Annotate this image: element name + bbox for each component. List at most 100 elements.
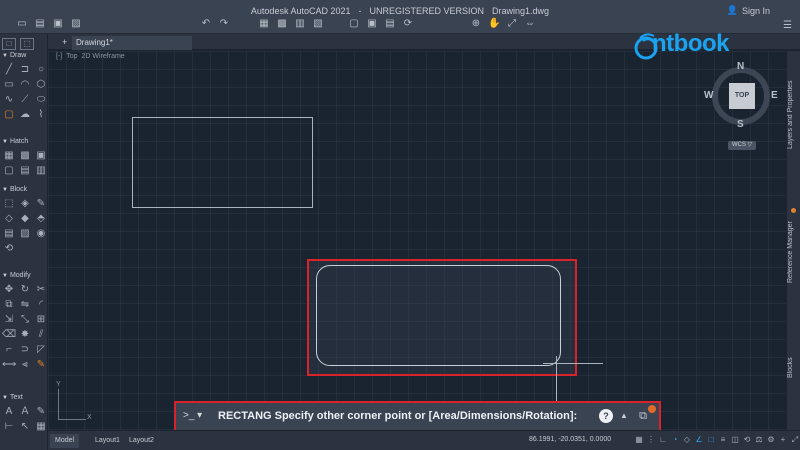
snap-toggle-icon[interactable]: ⋮ [646, 435, 656, 445]
panel-head-text[interactable]: ▼ Text [2, 394, 23, 401]
revcloud-icon[interactable]: ☁ [18, 109, 32, 121]
table-icon[interactable]: ▦ [34, 421, 48, 433]
attribute-icon[interactable]: ◇ [2, 213, 16, 225]
edit-block-icon[interactable]: ✎ [34, 198, 48, 210]
chamfer-icon[interactable]: ◸ [34, 344, 48, 356]
polygon-icon[interactable]: ⬡ [34, 79, 48, 91]
zoom-icon[interactable]: ▢ [348, 18, 360, 30]
help-icon[interactable]: ? [599, 409, 613, 423]
arc-icon[interactable]: ◠ [18, 79, 32, 91]
view-label[interactable]: Top [66, 53, 77, 60]
viewport-controls[interactable]: [-] Top 2D Wireframe [56, 53, 129, 60]
trim-icon[interactable]: ✂ [34, 284, 48, 296]
break-icon[interactable]: ⌐ [2, 344, 16, 356]
ellipse-icon[interactable]: ⬭ [34, 94, 48, 106]
viewcube-west[interactable]: W [704, 90, 713, 101]
rectang-active-icon[interactable]: ▢ [2, 109, 16, 121]
plus-icon[interactable]: + [778, 435, 788, 445]
polar-toggle-icon[interactable]: ◔ [670, 435, 680, 445]
transparency-icon[interactable]: ◫ [730, 435, 740, 445]
create-block-icon[interactable]: ◈ [18, 198, 32, 210]
isodraft-icon[interactable]: ◇ [682, 435, 692, 445]
lineweight-icon[interactable]: ≡ [718, 435, 728, 445]
pan-icon[interactable]: ✋ [488, 18, 500, 30]
scale-icon[interactable]: ⤡ [18, 314, 32, 326]
window-icon[interactable]: ▣ [366, 18, 378, 30]
panel-head-modify[interactable]: ▼ Modify [2, 272, 31, 279]
menu-icon[interactable]: ☰ [783, 20, 792, 31]
gradient-icon[interactable]: ▩ [18, 150, 32, 162]
save-icon[interactable]: ▣ [52, 18, 64, 30]
command-prompt-menu[interactable]: >_ ▾ [183, 410, 202, 421]
define-attributes-icon[interactable]: ▧ [18, 228, 32, 240]
array-icon[interactable]: ⊞ [34, 314, 48, 326]
object-snap-tracking-icon[interactable]: ∠ [694, 435, 704, 445]
workspace-gear-icon[interactable]: ⚙ [766, 435, 776, 445]
tab-drawing1[interactable]: Drawing1* [72, 36, 192, 50]
block-editor-icon[interactable]: ◆ [18, 213, 32, 225]
regen-icon[interactable]: ⟳ [402, 18, 414, 30]
redo-icon[interactable]: ↷ [218, 18, 230, 30]
blocks-palette-tab[interactable]: Blocks [787, 353, 800, 383]
image-icon[interactable]: ▥ [34, 165, 48, 177]
move-icon[interactable]: ✥ [2, 284, 16, 296]
leader-icon[interactable]: ↖ [18, 421, 32, 433]
region-icon[interactable]: ▢ [2, 165, 16, 177]
edit-polyline-icon[interactable]: ✎ [34, 359, 48, 371]
selection-cycling-icon[interactable]: ⟲ [742, 435, 752, 445]
batch-plot-icon[interactable]: ▩ [276, 18, 288, 30]
layers-palette-tab[interactable]: Layers and Properties [787, 67, 800, 162]
ortho-toggle-icon[interactable]: ∟ [658, 435, 668, 445]
drawing-canvas[interactable]: [-] Top 2D Wireframe Y X TOP N S W E WCS ▽ [48, 51, 786, 430]
rotate-icon[interactable]: ↻ [18, 284, 32, 296]
rectangle-sharp[interactable] [132, 117, 313, 208]
explode-icon[interactable]: ✸ [18, 329, 32, 341]
tab-layout1[interactable]: Layout1 [90, 434, 125, 448]
block-palette-icon[interactable]: ◉ [34, 228, 48, 240]
clean-screen-icon[interactable]: ⤢ [790, 435, 800, 445]
viewcube-top-face[interactable]: TOP [729, 83, 755, 109]
rectangle-filleted[interactable] [316, 265, 561, 366]
wipeout-icon[interactable]: ▤ [18, 165, 32, 177]
app-menu-icon[interactable]: ▭ [16, 18, 28, 30]
spline-icon[interactable]: ∿ [2, 94, 16, 106]
publish-icon[interactable]: ▧ [312, 18, 324, 30]
tab-model[interactable]: Model [50, 434, 80, 448]
stretch-icon[interactable]: ⇲ [2, 314, 16, 326]
lengthen-icon[interactable]: ⟷ [2, 359, 16, 371]
plot-icon[interactable]: ▦ [258, 18, 270, 30]
panel-head-block[interactable]: ▼ Block [2, 186, 27, 193]
open-icon[interactable]: ▤ [34, 18, 46, 30]
join-icon[interactable]: ⊃ [18, 344, 32, 356]
annotation-scale-icon[interactable]: ⚖ [754, 435, 764, 445]
line-icon[interactable]: ╱ [2, 64, 16, 76]
visual-style-label[interactable]: 2D Wireframe [82, 53, 125, 60]
chevron-up-icon[interactable]: ▲ [620, 411, 628, 420]
write-block-icon[interactable]: ⬘ [34, 213, 48, 225]
viewport-toggle[interactable]: [-] [56, 53, 62, 60]
object-snap-icon[interactable]: □ [706, 435, 716, 445]
orbit-icon[interactable]: ⊕ [470, 18, 482, 30]
construction-line-icon[interactable]: ⟋ [18, 94, 32, 106]
offset-icon[interactable]: ⫽ [34, 329, 48, 341]
preview-icon[interactable]: ▥ [294, 18, 306, 30]
command-text[interactable]: RECTANG Specify other corner point or [A… [218, 410, 577, 422]
helix-icon[interactable]: ⌇ [34, 109, 48, 121]
text-style-icon[interactable]: Ａ [18, 406, 32, 418]
sign-in-area[interactable]: 👤 Sign In [727, 5, 770, 16]
palette-mode-2d-icon[interactable]: □ [2, 38, 16, 50]
copy-icon[interactable]: ⧉ [2, 299, 16, 311]
undo-icon[interactable]: ↶ [200, 18, 212, 30]
mirror-icon[interactable]: ⇋ [18, 299, 32, 311]
reference-manager-tab[interactable]: Reference Manager [787, 211, 800, 293]
manage-attributes-icon[interactable]: ▤ [2, 228, 16, 240]
panel-head-hatch[interactable]: ▼ Hatch [2, 138, 28, 145]
polyline-icon[interactable]: ⊐ [18, 64, 32, 76]
dimension-icon[interactable]: ⊢ [2, 421, 16, 433]
insert-block-icon[interactable]: ⬚ [2, 198, 16, 210]
grid-toggle-icon[interactable]: ▦ [634, 435, 644, 445]
viewcube-east[interactable]: E [771, 90, 778, 101]
palette-mode-3d-icon[interactable]: ⬚ [20, 38, 34, 50]
erase-icon[interactable]: ⌫ [2, 329, 16, 341]
mtext-icon[interactable]: A [2, 406, 16, 418]
